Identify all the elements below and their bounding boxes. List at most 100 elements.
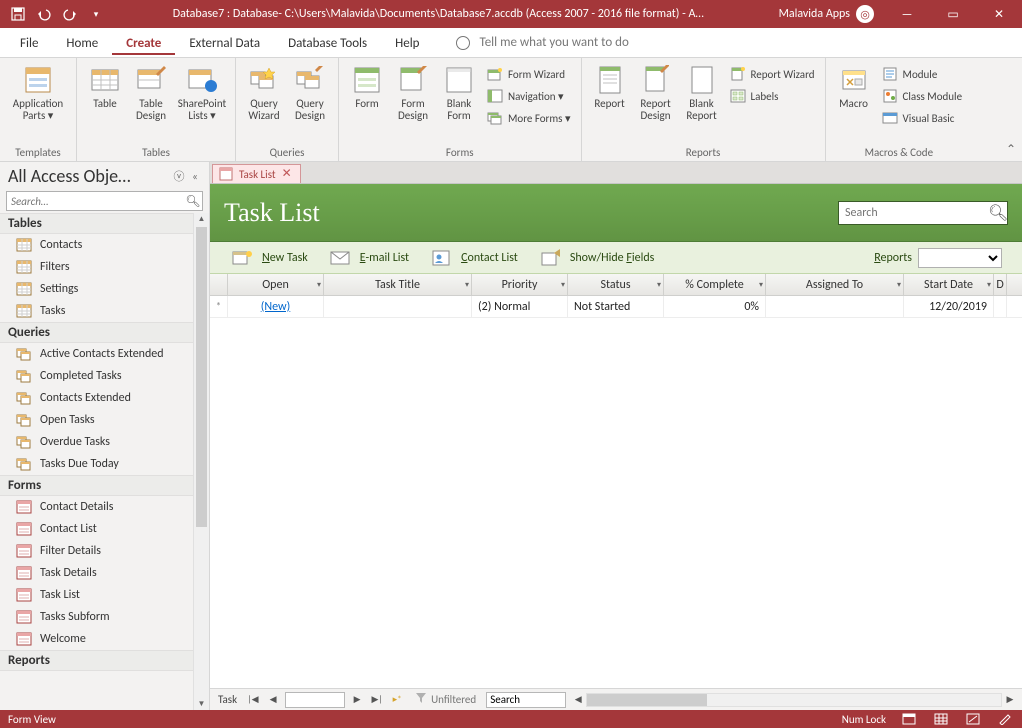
- reports-select[interactable]: [918, 248, 1002, 268]
- col-pct-complete[interactable]: % Complete▾: [664, 274, 766, 295]
- module-button[interactable]: Module: [878, 64, 967, 84]
- nav-item[interactable]: Tasks Subform: [0, 606, 209, 628]
- tab-external-data[interactable]: External Data: [175, 30, 274, 55]
- col-status[interactable]: Status▾: [568, 274, 664, 295]
- class-module-button[interactable]: Class Module: [878, 86, 967, 106]
- blank-form-button[interactable]: Blank Form: [437, 60, 481, 122]
- scroll-down-icon[interactable]: ▼: [194, 698, 209, 710]
- form-design-button[interactable]: Form Design: [391, 60, 435, 122]
- cell-status[interactable]: Not Started: [568, 296, 664, 317]
- nav-item[interactable]: Contact Details: [0, 496, 209, 518]
- cell-pct[interactable]: 0%: [664, 296, 766, 317]
- view-design-icon[interactable]: [996, 712, 1014, 726]
- recnav-position[interactable]: [285, 692, 345, 708]
- query-design-button[interactable]: Query Design: [288, 60, 332, 122]
- recnav-last-icon[interactable]: ▶|: [369, 692, 385, 708]
- sharepoint-lists-button[interactable]: SharePoint Lists ▾: [175, 60, 229, 122]
- blank-report-button[interactable]: Blank Report: [680, 60, 724, 122]
- show-hide-fields-button[interactable]: Show/Hide Fields: [540, 249, 655, 267]
- doctab-task-list[interactable]: Task List ✕: [212, 164, 301, 183]
- report-design-button[interactable]: Report Design: [634, 60, 678, 122]
- nav-item[interactable]: Contacts: [0, 234, 209, 256]
- navpane-collapse-icon[interactable]: «: [187, 170, 203, 183]
- nav-item[interactable]: Active Contacts Extended: [0, 343, 209, 365]
- col-priority[interactable]: Priority▾: [472, 274, 568, 295]
- table-button[interactable]: Table: [83, 60, 127, 110]
- search-icon[interactable]: 🔍︎: [184, 194, 202, 209]
- form-wizard-button[interactable]: Form Wizard: [483, 64, 575, 84]
- nav-item[interactable]: Contact List: [0, 518, 209, 540]
- navpane-search-input[interactable]: [7, 195, 184, 208]
- cell-d[interactable]: [994, 296, 1007, 317]
- col-d[interactable]: D: [994, 274, 1007, 295]
- minimize-button[interactable]: －: [884, 0, 930, 28]
- email-list-button[interactable]: E-mail List: [330, 250, 409, 266]
- collapse-ribbon-icon[interactable]: ⌃: [1006, 142, 1016, 157]
- scroll-thumb[interactable]: [196, 227, 207, 527]
- recnav-new-icon[interactable]: ▸*: [389, 692, 405, 708]
- recnav-filter[interactable]: Unfiltered: [409, 692, 482, 707]
- cell-priority[interactable]: (2) Normal: [472, 296, 568, 317]
- form-button[interactable]: Form: [345, 60, 389, 110]
- nav-section-tables[interactable]: Tables⌃: [0, 213, 209, 234]
- tab-help[interactable]: Help: [381, 30, 433, 55]
- nav-section-reports[interactable]: Reports⌃: [0, 650, 209, 671]
- redo-icon[interactable]: [58, 2, 82, 26]
- view-layout-icon[interactable]: [964, 712, 982, 726]
- macro-button[interactable]: Macro: [832, 60, 876, 110]
- close-button[interactable]: ✕: [976, 0, 1022, 28]
- col-start-date[interactable]: Start Date▾: [904, 274, 994, 295]
- table-row[interactable]: * (New) (2) Normal Not Started 0% 12/20/…: [210, 296, 1022, 318]
- tab-create[interactable]: Create: [112, 30, 175, 55]
- report-wizard-button[interactable]: Report Wizard: [726, 64, 819, 84]
- hscroll-left-icon[interactable]: ◀: [570, 692, 586, 708]
- recnav-search[interactable]: [486, 692, 566, 708]
- new-record-icon[interactable]: *: [210, 296, 228, 317]
- close-tab-icon[interactable]: ✕: [282, 168, 292, 180]
- qat-customize-icon[interactable]: ▾: [84, 2, 108, 26]
- nav-item[interactable]: Tasks Due Today: [0, 453, 209, 475]
- cell-title[interactable]: [324, 296, 472, 317]
- nav-item[interactable]: Completed Tasks: [0, 365, 209, 387]
- nav-item[interactable]: Settings: [0, 278, 209, 300]
- recnav-next-icon[interactable]: ▶: [349, 692, 365, 708]
- nav-section-queries[interactable]: Queries⌃: [0, 322, 209, 343]
- cell-open[interactable]: (New): [228, 296, 324, 317]
- tab-home[interactable]: Home: [52, 30, 112, 55]
- report-button[interactable]: Report: [588, 60, 632, 110]
- nav-item[interactable]: Open Tasks: [0, 409, 209, 431]
- nav-section-forms[interactable]: Forms⌃: [0, 475, 209, 496]
- new-task-button[interactable]: New Task: [230, 249, 308, 267]
- nav-item[interactable]: Overdue Tasks: [0, 431, 209, 453]
- view-form-icon[interactable]: [900, 712, 918, 726]
- navigation-button[interactable]: Navigation ▾: [483, 86, 575, 106]
- cell-start[interactable]: 12/20/2019: [904, 296, 994, 317]
- navpane-dropdown-icon[interactable]: ⓥ: [171, 168, 187, 184]
- nav-item[interactable]: Filter Details: [0, 540, 209, 562]
- tell-me[interactable]: Tell me what you want to do: [456, 35, 1022, 50]
- visual-basic-button[interactable]: Visual Basic: [878, 108, 967, 128]
- hscroll-right-icon[interactable]: ▶: [1002, 692, 1018, 708]
- nav-item[interactable]: Filters: [0, 256, 209, 278]
- contact-list-button[interactable]: Contact List: [431, 249, 518, 267]
- more-forms-button[interactable]: More Forms ▾: [483, 108, 575, 128]
- nav-item[interactable]: Task List: [0, 584, 209, 606]
- view-datasheet-icon[interactable]: [932, 712, 950, 726]
- table-design-button[interactable]: Table Design: [129, 60, 173, 122]
- nav-item[interactable]: Welcome: [0, 628, 209, 650]
- nav-item[interactable]: Contacts Extended: [0, 387, 209, 409]
- undo-icon[interactable]: [32, 2, 56, 26]
- col-assigned-to[interactable]: Assigned To▾: [766, 274, 904, 295]
- horizontal-scrollbar[interactable]: ◀ ▶: [570, 692, 1018, 708]
- nav-item[interactable]: Task Details: [0, 562, 209, 584]
- scroll-up-icon[interactable]: ▲: [194, 213, 209, 225]
- application-parts-button[interactable]: Application Parts ▾: [6, 60, 70, 122]
- search-icon[interactable]: 🔍︎: [988, 203, 1008, 223]
- query-wizard-button[interactable]: Query Wizard: [242, 60, 286, 122]
- tab-file[interactable]: File: [6, 30, 52, 55]
- row-selector-header[interactable]: [210, 274, 228, 295]
- cell-assigned[interactable]: [766, 296, 904, 317]
- navpane-scrollbar[interactable]: ▲ ▼: [193, 213, 209, 710]
- save-icon[interactable]: [6, 2, 30, 26]
- nav-item[interactable]: Tasks: [0, 300, 209, 322]
